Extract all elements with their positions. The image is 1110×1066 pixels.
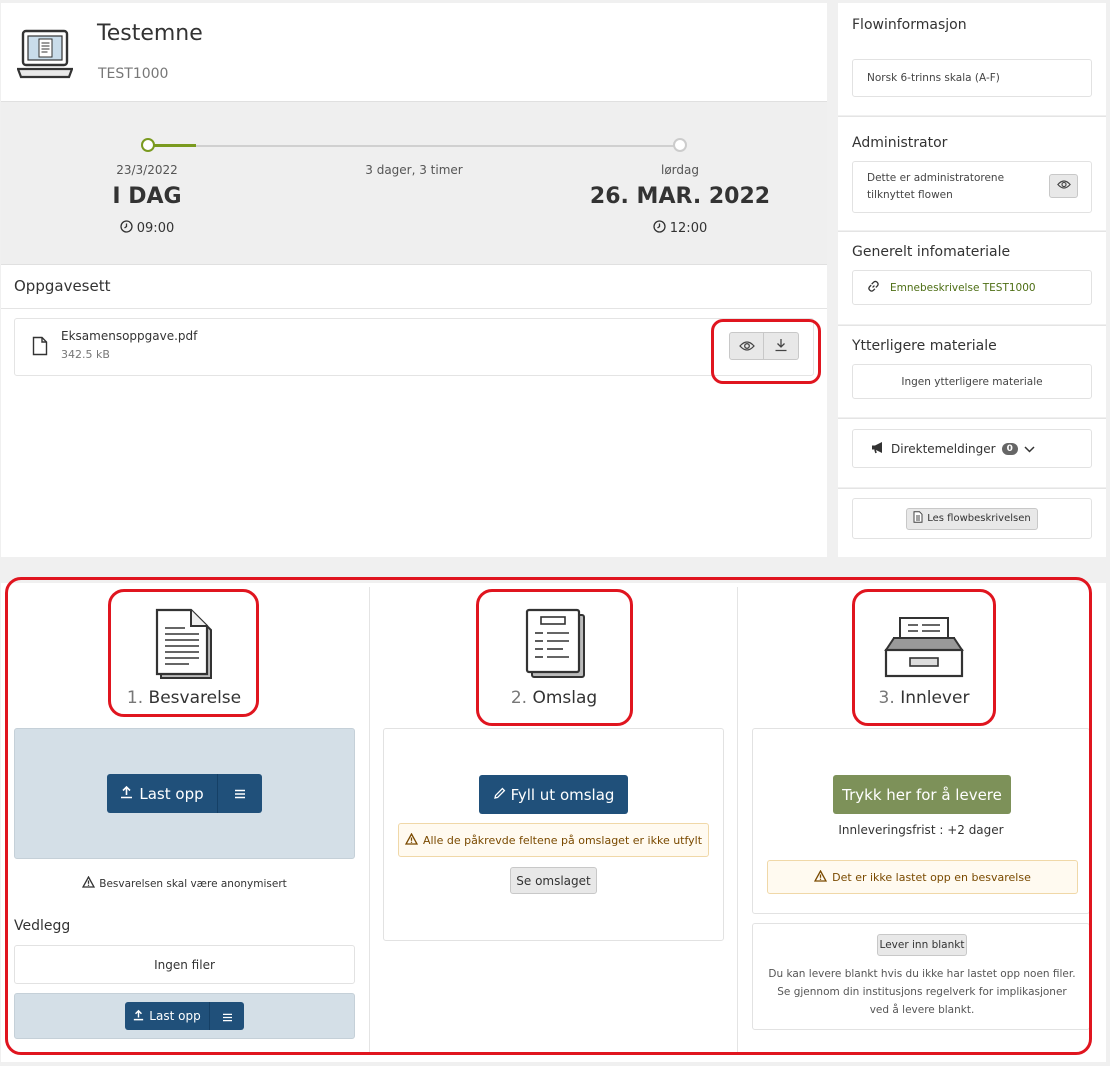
info-link[interactable]: Emnebeskrivelse TEST1000 [890,282,1036,294]
end-weekday: lørdag [661,163,699,177]
course-title: Testemne [97,21,203,46]
admin-text: Dette er administratorene tilknyttet flo… [867,172,1005,201]
flow-desc-button[interactable]: Les flowbeskrivelsen [906,507,1038,530]
sidebar-info-material: Generelt infomateriale Emnebeskrivelse T… [838,231,1106,324]
grading-scale: Norsk 6-trinns skala (A-F) [852,59,1092,97]
laptop-icon [16,27,74,85]
extra-title: Ytterligere materiale [852,338,997,354]
start-date: 23/3/2022 [116,163,178,177]
duration: 3 dager, 3 timer [365,163,463,177]
link-icon [867,280,880,296]
messages-count-badge: 0 [1001,442,1018,455]
file-row: Eksamensoppgave.pdf 342.5 kB [14,318,814,376]
divider [1,308,827,309]
timeline-track [148,145,680,147]
document-icon [913,511,923,526]
sidebar-title: Flowinformasjon [852,17,967,33]
timeline-start-dot [141,138,155,152]
flow-desc-box: Les flowbeskrivelsen [852,498,1092,539]
highlight-step-3 [852,589,996,726]
timeline-end-dot [673,138,687,152]
chevron-down-icon [1024,442,1035,456]
file-size: 342.5 kB [61,348,110,361]
file-icon [32,336,48,360]
messages-label: Direktemeldinger [891,441,996,456]
admin-title: Administrator [852,135,948,151]
sidebar-flow-info: Flowinformasjon Norsk 6-trinns skala (A-… [838,3,1106,115]
messages-toggle[interactable]: Direktemeldinger 0 [852,429,1092,468]
admin-box: Dette er administratorene tilknyttet flo… [852,161,1092,213]
end-label: 26. MAR. 2022 [589,184,771,209]
file-name[interactable]: Eksamensoppgave.pdf [61,329,197,343]
clock-icon [120,220,133,237]
course-code: TEST1000 [98,66,169,82]
highlight-step-1 [108,589,259,717]
assignment-set: Oppgavesett Eksamensoppgave.pdf 342.5 kB [1,265,827,557]
sidebar-flow-desc: Les flowbeskrivelsen [838,488,1106,557]
section-title: Oppgavesett [14,277,111,295]
timeline: 23/3/2022 I DAG 09:00 3 dager, 3 timer l… [1,101,827,265]
sidebar-extra-material: Ytterligere materiale Ingen ytterligere … [838,325,1106,417]
megaphone-icon [871,441,885,457]
highlight-file-actions [711,319,821,384]
timeline-progress [148,144,196,147]
end-time: 12:00 [630,220,730,237]
course-header: Testemne TEST1000 [1,3,827,101]
start-time: 09:00 [97,220,197,237]
info-title: Generelt infomateriale [852,244,1011,260]
eye-icon [1056,179,1071,193]
view-admins-button[interactable] [1049,174,1078,198]
start-label: I DAG [112,184,182,209]
clock-icon [653,220,666,237]
extra-box: Ingen ytterligere materiale [852,364,1092,399]
sidebar-admin: Administrator Dette er administratorene … [838,116,1106,230]
sidebar-messages: Direktemeldinger 0 [838,418,1106,487]
highlight-step-2 [476,589,633,726]
info-link-box: Emnebeskrivelse TEST1000 [852,270,1092,305]
